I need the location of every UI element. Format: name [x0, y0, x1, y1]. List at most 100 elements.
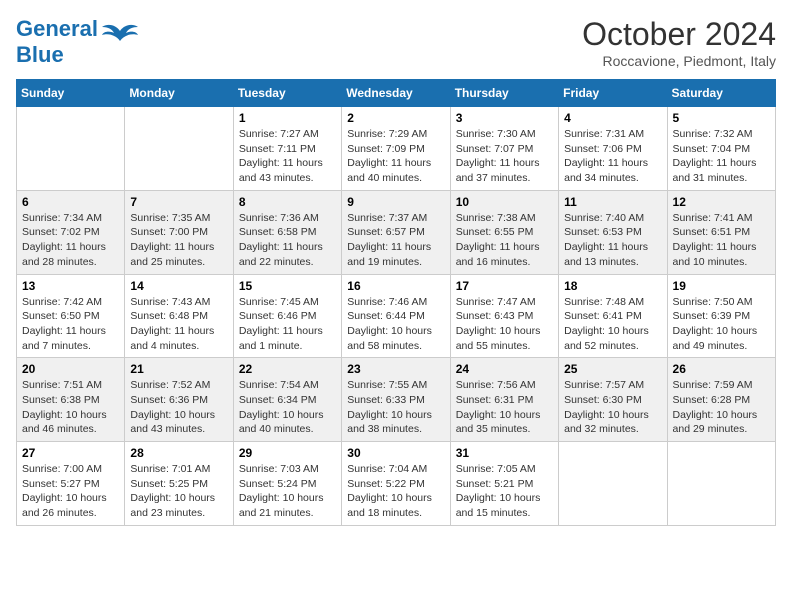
- calendar-cell: 6 Sunrise: 7:34 AMSunset: 7:02 PMDaylight…: [17, 190, 125, 274]
- calendar-week-row: 1 Sunrise: 7:27 AMSunset: 7:11 PMDaylight…: [17, 107, 776, 191]
- day-number: 27: [22, 446, 119, 460]
- day-number: 25: [564, 362, 661, 376]
- calendar-cell: 31 Sunrise: 7:05 AMSunset: 5:21 PMDayligh…: [450, 442, 558, 526]
- day-number: 3: [456, 111, 553, 125]
- calendar-cell: 13Sunrise: 7:42 AMSunset: 6:50 PMDayligh…: [17, 274, 125, 358]
- day-number: 1: [239, 111, 336, 125]
- calendar-cell: 7 Sunrise: 7:35 AMSunset: 7:00 PMDaylight…: [125, 190, 233, 274]
- calendar-cell: 10 Sunrise: 7:38 AMSunset: 6:55 PMDayligh…: [450, 190, 558, 274]
- day-number: 17: [456, 279, 553, 293]
- logo-bird-icon: [102, 23, 138, 51]
- calendar-cell: 11 Sunrise: 7:40 AMSunset: 6:53 PMDayligh…: [559, 190, 667, 274]
- day-info: Sunrise: 7:43 AMSunset: 6:48 PMDaylight:…: [130, 295, 227, 354]
- day-number: 11: [564, 195, 661, 209]
- day-number: 28: [130, 446, 227, 460]
- day-number: 26: [673, 362, 770, 376]
- day-info: Sunrise: 7:41 AMSunset: 6:51 PMDaylight:…: [673, 211, 770, 270]
- day-number: 15: [239, 279, 336, 293]
- calendar-cell: [559, 442, 667, 526]
- calendar-cell: 9 Sunrise: 7:37 AMSunset: 6:57 PMDaylight…: [342, 190, 450, 274]
- day-number: 14: [130, 279, 227, 293]
- calendar-week-row: 13Sunrise: 7:42 AMSunset: 6:50 PMDayligh…: [17, 274, 776, 358]
- calendar-cell: 18 Sunrise: 7:48 AMSunset: 6:41 PMDayligh…: [559, 274, 667, 358]
- day-number: 7: [130, 195, 227, 209]
- calendar-cell: 28 Sunrise: 7:01 AMSunset: 5:25 PMDayligh…: [125, 442, 233, 526]
- logo: General Blue: [16, 16, 138, 68]
- day-info: Sunrise: 7:27 AMSunset: 7:11 PMDaylight:…: [239, 127, 336, 186]
- weekday-header: Friday: [559, 80, 667, 107]
- day-info: Sunrise: 7:04 AMSunset: 5:22 PMDaylight:…: [347, 462, 444, 521]
- day-info: Sunrise: 7:30 AMSunset: 7:07 PMDaylight:…: [456, 127, 553, 186]
- day-number: 20: [22, 362, 119, 376]
- day-info: Sunrise: 7:29 AMSunset: 7:09 PMDaylight:…: [347, 127, 444, 186]
- calendar-cell: 12Sunrise: 7:41 AMSunset: 6:51 PMDayligh…: [667, 190, 775, 274]
- month-title: October 2024: [582, 16, 776, 53]
- day-number: 31: [456, 446, 553, 460]
- calendar-cell: 21 Sunrise: 7:52 AMSunset: 6:36 PMDayligh…: [125, 358, 233, 442]
- day-number: 6: [22, 195, 119, 209]
- day-info: Sunrise: 7:54 AMSunset: 6:34 PMDaylight:…: [239, 378, 336, 437]
- calendar-header-row: SundayMondayTuesdayWednesdayThursdayFrid…: [17, 80, 776, 107]
- day-number: 16: [347, 279, 444, 293]
- day-info: Sunrise: 7:05 AMSunset: 5:21 PMDaylight:…: [456, 462, 553, 521]
- calendar-cell: 26 Sunrise: 7:59 AMSunset: 6:28 PMDayligh…: [667, 358, 775, 442]
- weekday-header: Monday: [125, 80, 233, 107]
- logo-text: General Blue: [16, 16, 98, 68]
- day-number: 10: [456, 195, 553, 209]
- day-info: Sunrise: 7:52 AMSunset: 6:36 PMDaylight:…: [130, 378, 227, 437]
- day-number: 18: [564, 279, 661, 293]
- weekday-header: Wednesday: [342, 80, 450, 107]
- day-number: 4: [564, 111, 661, 125]
- calendar-cell: 4 Sunrise: 7:31 AMSunset: 7:06 PMDaylight…: [559, 107, 667, 191]
- calendar-cell: [667, 442, 775, 526]
- day-info: Sunrise: 7:38 AMSunset: 6:55 PMDaylight:…: [456, 211, 553, 270]
- day-info: Sunrise: 7:31 AMSunset: 7:06 PMDaylight:…: [564, 127, 661, 186]
- day-info: Sunrise: 7:37 AMSunset: 6:57 PMDaylight:…: [347, 211, 444, 270]
- day-info: Sunrise: 7:34 AMSunset: 7:02 PMDaylight:…: [22, 211, 119, 270]
- day-number: 29: [239, 446, 336, 460]
- calendar-cell: [17, 107, 125, 191]
- calendar-cell: 27 Sunrise: 7:00 AMSunset: 5:27 PMDayligh…: [17, 442, 125, 526]
- calendar-cell: 17 Sunrise: 7:47 AMSunset: 6:43 PMDayligh…: [450, 274, 558, 358]
- day-number: 22: [239, 362, 336, 376]
- day-info: Sunrise: 7:59 AMSunset: 6:28 PMDaylight:…: [673, 378, 770, 437]
- day-number: 5: [673, 111, 770, 125]
- day-info: Sunrise: 7:48 AMSunset: 6:41 PMDaylight:…: [564, 295, 661, 354]
- day-number: 19: [673, 279, 770, 293]
- calendar-cell: 5Sunrise: 7:32 AMSunset: 7:04 PMDaylight…: [667, 107, 775, 191]
- day-info: Sunrise: 7:55 AMSunset: 6:33 PMDaylight:…: [347, 378, 444, 437]
- calendar-cell: 16 Sunrise: 7:46 AMSunset: 6:44 PMDayligh…: [342, 274, 450, 358]
- calendar-cell: 29Sunrise: 7:03 AMSunset: 5:24 PMDayligh…: [233, 442, 341, 526]
- calendar-week-row: 27 Sunrise: 7:00 AMSunset: 5:27 PMDayligh…: [17, 442, 776, 526]
- day-number: 24: [456, 362, 553, 376]
- calendar-cell: 2Sunrise: 7:29 AMSunset: 7:09 PMDaylight…: [342, 107, 450, 191]
- location: Roccavione, Piedmont, Italy: [582, 53, 776, 69]
- day-info: Sunrise: 7:56 AMSunset: 6:31 PMDaylight:…: [456, 378, 553, 437]
- title-block: October 2024 Roccavione, Piedmont, Italy: [582, 16, 776, 69]
- page-header: General Blue October 2024 Roccavione, Pi…: [16, 16, 776, 69]
- calendar-week-row: 6 Sunrise: 7:34 AMSunset: 7:02 PMDaylight…: [17, 190, 776, 274]
- calendar-cell: 25Sunrise: 7:57 AMSunset: 6:30 PMDayligh…: [559, 358, 667, 442]
- day-number: 9: [347, 195, 444, 209]
- weekday-header: Tuesday: [233, 80, 341, 107]
- day-info: Sunrise: 7:00 AMSunset: 5:27 PMDaylight:…: [22, 462, 119, 521]
- day-info: Sunrise: 7:51 AMSunset: 6:38 PMDaylight:…: [22, 378, 119, 437]
- day-number: 21: [130, 362, 227, 376]
- day-info: Sunrise: 7:01 AMSunset: 5:25 PMDaylight:…: [130, 462, 227, 521]
- day-info: Sunrise: 7:46 AMSunset: 6:44 PMDaylight:…: [347, 295, 444, 354]
- day-info: Sunrise: 7:36 AMSunset: 6:58 PMDaylight:…: [239, 211, 336, 270]
- day-info: Sunrise: 7:45 AMSunset: 6:46 PMDaylight:…: [239, 295, 336, 354]
- day-info: Sunrise: 7:42 AMSunset: 6:50 PMDaylight:…: [22, 295, 119, 354]
- day-info: Sunrise: 7:47 AMSunset: 6:43 PMDaylight:…: [456, 295, 553, 354]
- weekday-header: Thursday: [450, 80, 558, 107]
- calendar-cell: [125, 107, 233, 191]
- day-number: 8: [239, 195, 336, 209]
- calendar-cell: 15 Sunrise: 7:45 AMSunset: 6:46 PMDayligh…: [233, 274, 341, 358]
- day-info: Sunrise: 7:35 AMSunset: 7:00 PMDaylight:…: [130, 211, 227, 270]
- calendar-cell: 1 Sunrise: 7:27 AMSunset: 7:11 PMDaylight…: [233, 107, 341, 191]
- day-info: Sunrise: 7:50 AMSunset: 6:39 PMDaylight:…: [673, 295, 770, 354]
- day-number: 23: [347, 362, 444, 376]
- day-info: Sunrise: 7:40 AMSunset: 6:53 PMDaylight:…: [564, 211, 661, 270]
- calendar-cell: 20 Sunrise: 7:51 AMSunset: 6:38 PMDayligh…: [17, 358, 125, 442]
- day-number: 30: [347, 446, 444, 460]
